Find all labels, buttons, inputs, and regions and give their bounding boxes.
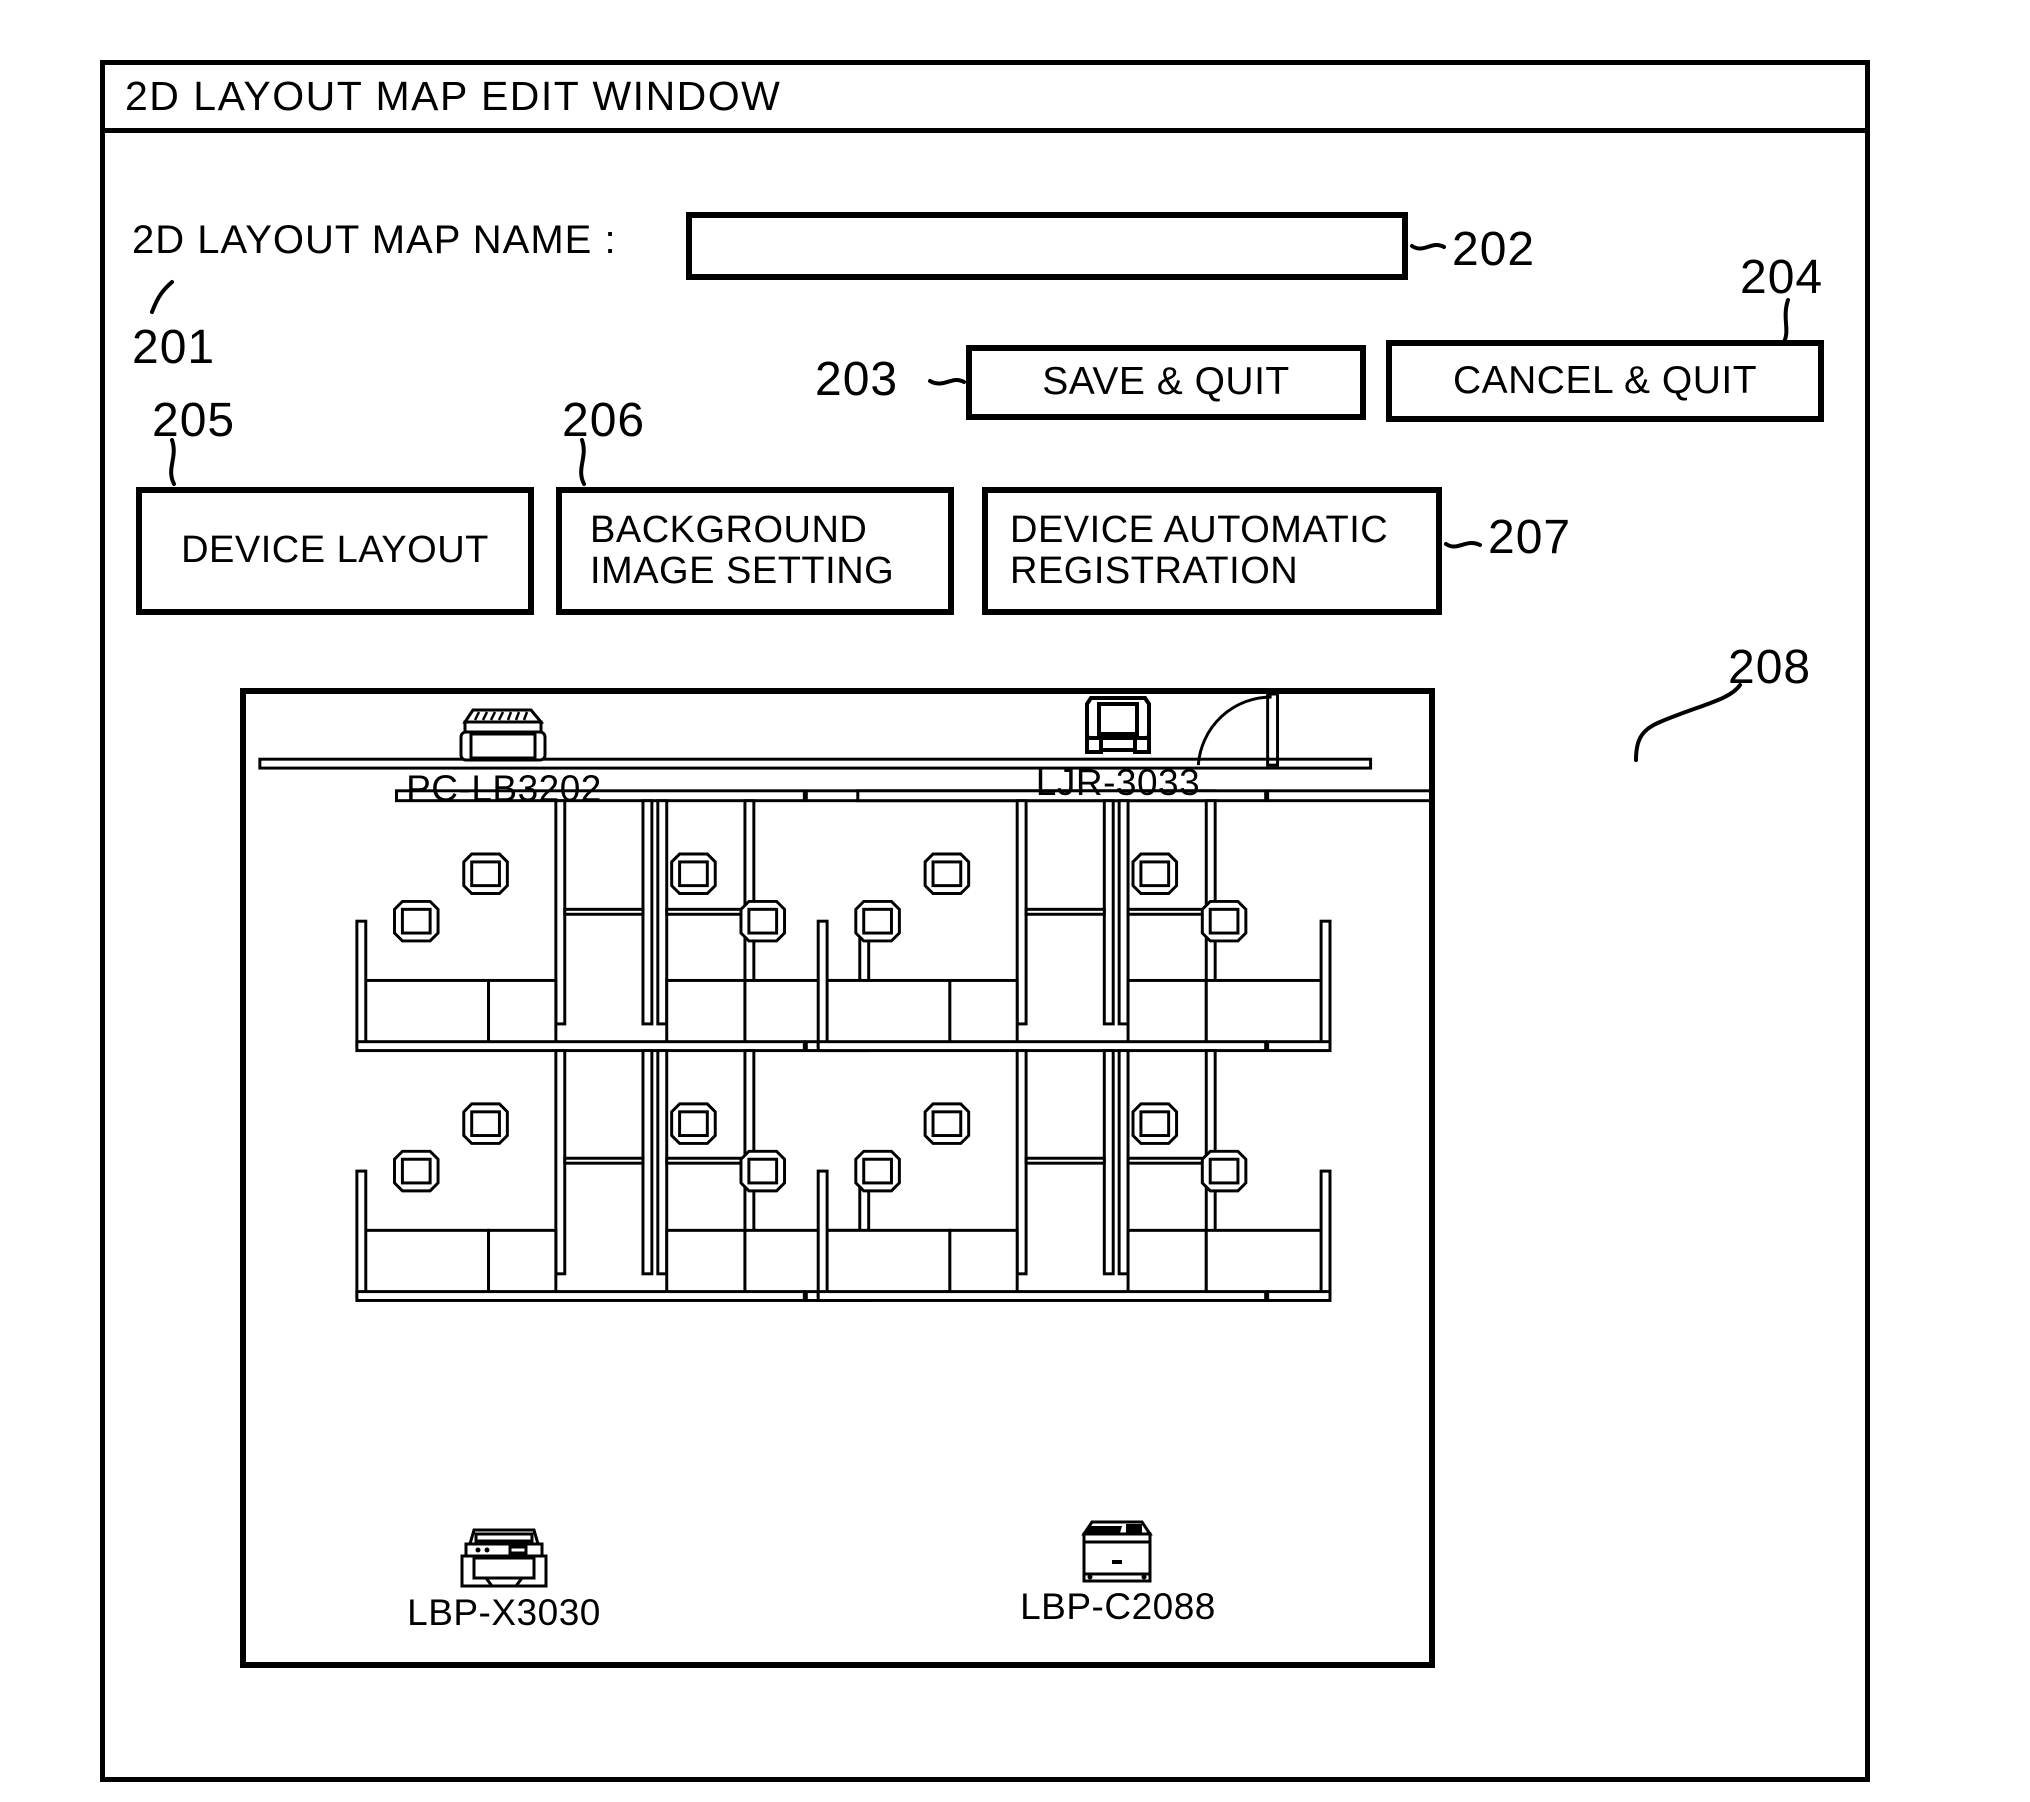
page-title: 2D LAYOUT MAP EDIT WINDOW <box>125 73 782 119</box>
save-and-quit-button[interactable]: SAVE & QUIT <box>966 345 1366 420</box>
ref-numeral-204: 204 <box>1740 251 1824 304</box>
figure-canvas: 2D LAYOUT MAP EDIT WINDOW 2D LAYOUT MAP … <box>0 0 2030 1802</box>
device-label-pc-lb3202: PC-LB3202 <box>406 768 602 809</box>
tab-background-image-setting-line2: IMAGE SETTING <box>590 550 895 592</box>
desktop-pc-icon <box>374 700 634 766</box>
tab-background-image-setting-line1: BACKGROUND <box>590 508 868 551</box>
device-label-ljr-3033: LJR-3033 <box>1035 762 1201 803</box>
ref-numeral-203: 203 <box>815 353 899 406</box>
device-marker-lbp-c2088[interactable]: LBP-C2088 <box>988 1518 1248 1628</box>
cancel-and-quit-button[interactable]: CANCEL & QUIT <box>1386 340 1824 422</box>
ref-numeral-205: 205 <box>152 394 236 447</box>
floor-plan-drawing <box>258 694 1429 1302</box>
ref-numeral-206: 206 <box>562 394 646 447</box>
monitor-icon <box>988 694 1248 760</box>
ref-numeral-202: 202 <box>1452 223 1536 276</box>
layout-map-canvas[interactable]: PC-LB3202 LJR-3033 LBP-X3030 LBP-C2088 <box>240 688 1435 1668</box>
ref-numeral-208: 208 <box>1728 641 1812 694</box>
ref-numeral-207: 207 <box>1488 511 1572 564</box>
tab-background-image-setting[interactable]: BACKGROUND IMAGE SETTING <box>556 487 954 615</box>
tab-device-automatic-registration-line2: REGISTRATION <box>1010 550 1299 592</box>
desk-cluster-right <box>816 789 1429 1302</box>
map-name-label: 2D LAYOUT MAP NAME : <box>132 218 617 262</box>
tab-device-layout[interactable]: DEVICE LAYOUT <box>136 487 534 615</box>
device-marker-lbp-x3030[interactable]: LBP-X3030 <box>374 1524 634 1634</box>
device-marker-pc-lb3202[interactable]: PC-LB3202 <box>374 700 634 810</box>
printer-icon <box>374 1524 634 1590</box>
map-name-input[interactable] <box>686 212 1408 280</box>
window-title-bar: 2D LAYOUT MAP EDIT WINDOW <box>105 65 1865 133</box>
device-label-lbp-x3030: LBP-X3030 <box>407 1592 601 1633</box>
device-marker-ljr-3033[interactable]: LJR-3033 <box>988 694 1248 804</box>
ref-numeral-201: 201 <box>132 321 216 374</box>
laser-printer-icon <box>988 1518 1248 1584</box>
tab-device-automatic-registration[interactable]: DEVICE AUTOMATIC REGISTRATION <box>982 487 1442 615</box>
tab-device-automatic-registration-line1: DEVICE AUTOMATIC <box>1010 508 1389 551</box>
device-label-lbp-c2088: LBP-C2088 <box>1020 1586 1216 1627</box>
